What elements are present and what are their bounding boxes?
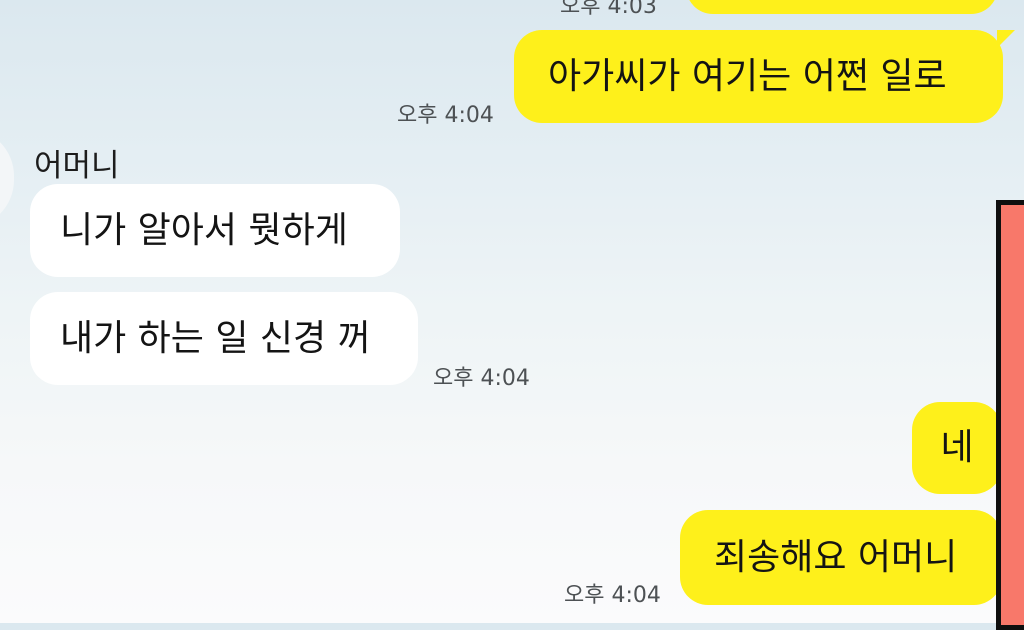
message-text: 니가 알아서 뭣하게 — [60, 209, 348, 251]
my-message-bubble[interactable]: 죄송해요 어머니 — [680, 510, 1002, 605]
sender-name: 어머니 — [34, 148, 120, 184]
my-message-bubble[interactable]: 아가씨가 여기는 어쩐 일로 — [514, 30, 1015, 123]
message-text: 아가씨가 여기는 어쩐 일로 — [548, 55, 947, 97]
message-text: 죄송해요 어머니 — [714, 536, 958, 578]
message-text: 내가 하는 일 신경 꺼 — [60, 317, 371, 359]
message-text: 네 — [940, 427, 974, 468]
side-panel-overlay — [996, 200, 1024, 630]
other-message-bubble[interactable]: 내가 하는 일 신경 꺼 — [30, 292, 418, 385]
sender-avatar[interactable] — [0, 128, 14, 228]
other-message-bubble[interactable]: 니가 알아서 뭣하게 — [30, 184, 400, 277]
timestamp-top: 오후 4:03 — [560, 0, 657, 19]
timestamp: 오후 4:04 — [564, 583, 661, 608]
my-message-bubble[interactable]: 네 — [912, 402, 1014, 494]
timestamp: 오후 4:04 — [397, 103, 494, 128]
timestamp: 오후 4:04 — [433, 366, 530, 391]
message-bubble-cut-top[interactable] — [686, 0, 998, 14]
